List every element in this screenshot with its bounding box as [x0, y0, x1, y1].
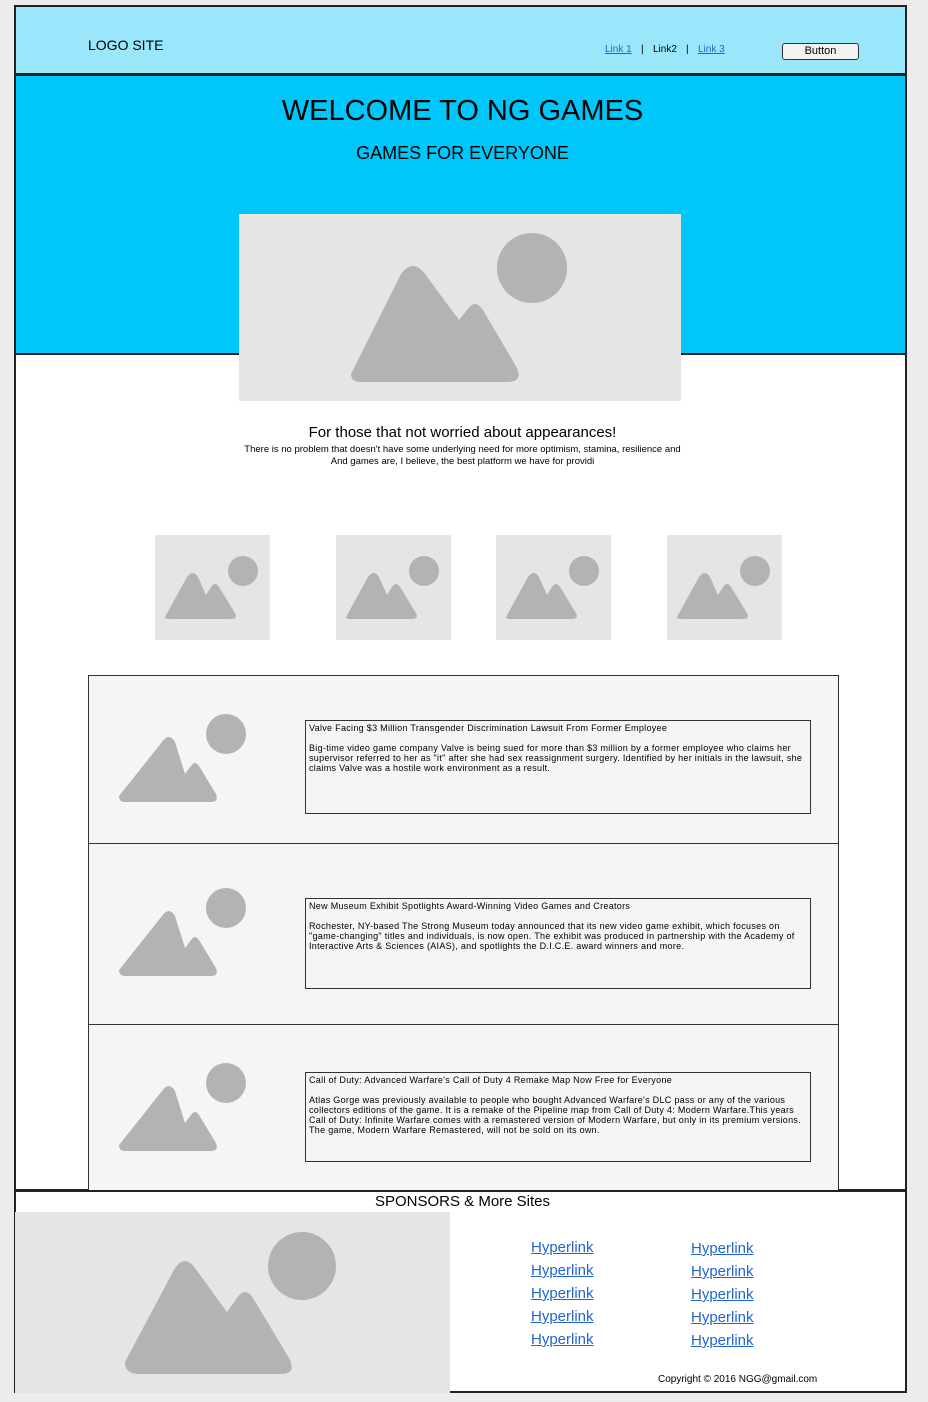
news-item[interactable]: New Museum Exhibit Spotlights Award-Winn… — [89, 844, 838, 1025]
main-content: For those that not worried about appeara… — [14, 353, 907, 1195]
footer-link[interactable]: Hyperlink — [531, 1308, 594, 1325]
news-image — [119, 714, 249, 804]
intro-text-line-2: And games are, I believe, the best platf… — [330, 456, 595, 467]
footer-link[interactable]: Hyperlink — [691, 1240, 754, 1257]
footer-link[interactable]: Hyperlink — [531, 1285, 594, 1302]
game-thumbnail-image[interactable] — [667, 535, 782, 640]
hero-image — [239, 214, 681, 401]
header-button[interactable]: Button — [782, 43, 859, 60]
footer-link[interactable]: Hyperlink — [531, 1239, 594, 1256]
news-title[interactable]: New Museum Exhibit Spotlights Award-Winn… — [309, 901, 807, 911]
news-list: Valve Facing $3 Million Transgender Disc… — [88, 675, 839, 1195]
footer-link[interactable]: Hyperlink — [691, 1309, 754, 1326]
copyright: Copyright © 2016 NGG@gmail.com — [658, 1374, 818, 1385]
game-thumbnail-image[interactable] — [496, 535, 611, 640]
site-header: LOGO SITE Link 1 | Link2 | Link 3 Button — [14, 5, 907, 75]
news-image — [119, 1063, 249, 1153]
nav-link-3[interactable]: Link 3 — [698, 44, 725, 55]
nav-link-2[interactable]: Link2 — [653, 44, 677, 55]
sponsor-image[interactable] — [15, 1212, 450, 1393]
nav-separator: | — [686, 44, 689, 55]
footer-link[interactable]: Hyperlink — [531, 1331, 594, 1348]
intro-text-line-1: There is no problem that doesn't have so… — [244, 444, 681, 455]
news-text-box: New Museum Exhibit Spotlights Award-Winn… — [305, 898, 811, 989]
nav-separator: | — [641, 44, 644, 55]
game-thumbnail-image[interactable] — [155, 535, 270, 640]
game-thumbnail-image[interactable] — [336, 535, 451, 640]
intro-heading: For those that not worried about appeara… — [308, 424, 617, 441]
news-image — [119, 888, 249, 978]
footer-link[interactable]: Hyperlink — [531, 1262, 594, 1279]
logo: LOGO SITE — [88, 37, 164, 53]
hero-subtitle: GAMES FOR EVERYONE — [356, 143, 569, 163]
news-title[interactable]: Valve Facing $3 Million Transgender Disc… — [309, 723, 807, 733]
news-text-box: Valve Facing $3 Million Transgender Disc… — [305, 720, 811, 814]
nav-link-1[interactable]: Link 1 — [605, 44, 632, 55]
news-title[interactable]: Call of Duty: Advanced Warfare's Call of… — [309, 1075, 807, 1085]
sponsors-title: SPONSORS & More Sites — [374, 1193, 551, 1210]
news-body: Atlas Gorge was previously available to … — [309, 1095, 802, 1135]
news-body: Big-time video game company Valve is bei… — [309, 743, 803, 773]
footer: SPONSORS & More Sites Hyperlink Hyperlin… — [14, 1190, 907, 1393]
footer-link[interactable]: Hyperlink — [691, 1263, 754, 1280]
news-item[interactable]: Call of Duty: Advanced Warfare's Call of… — [89, 1025, 838, 1195]
news-text-box: Call of Duty: Advanced Warfare's Call of… — [305, 1072, 811, 1162]
footer-link[interactable]: Hyperlink — [691, 1332, 754, 1349]
news-body: Rochester, NY-based The Strong Museum to… — [309, 921, 795, 951]
footer-link[interactable]: Hyperlink — [691, 1286, 754, 1303]
hero-title: WELCOME TO NG GAMES — [281, 95, 644, 127]
news-item[interactable]: Valve Facing $3 Million Transgender Disc… — [89, 676, 838, 844]
